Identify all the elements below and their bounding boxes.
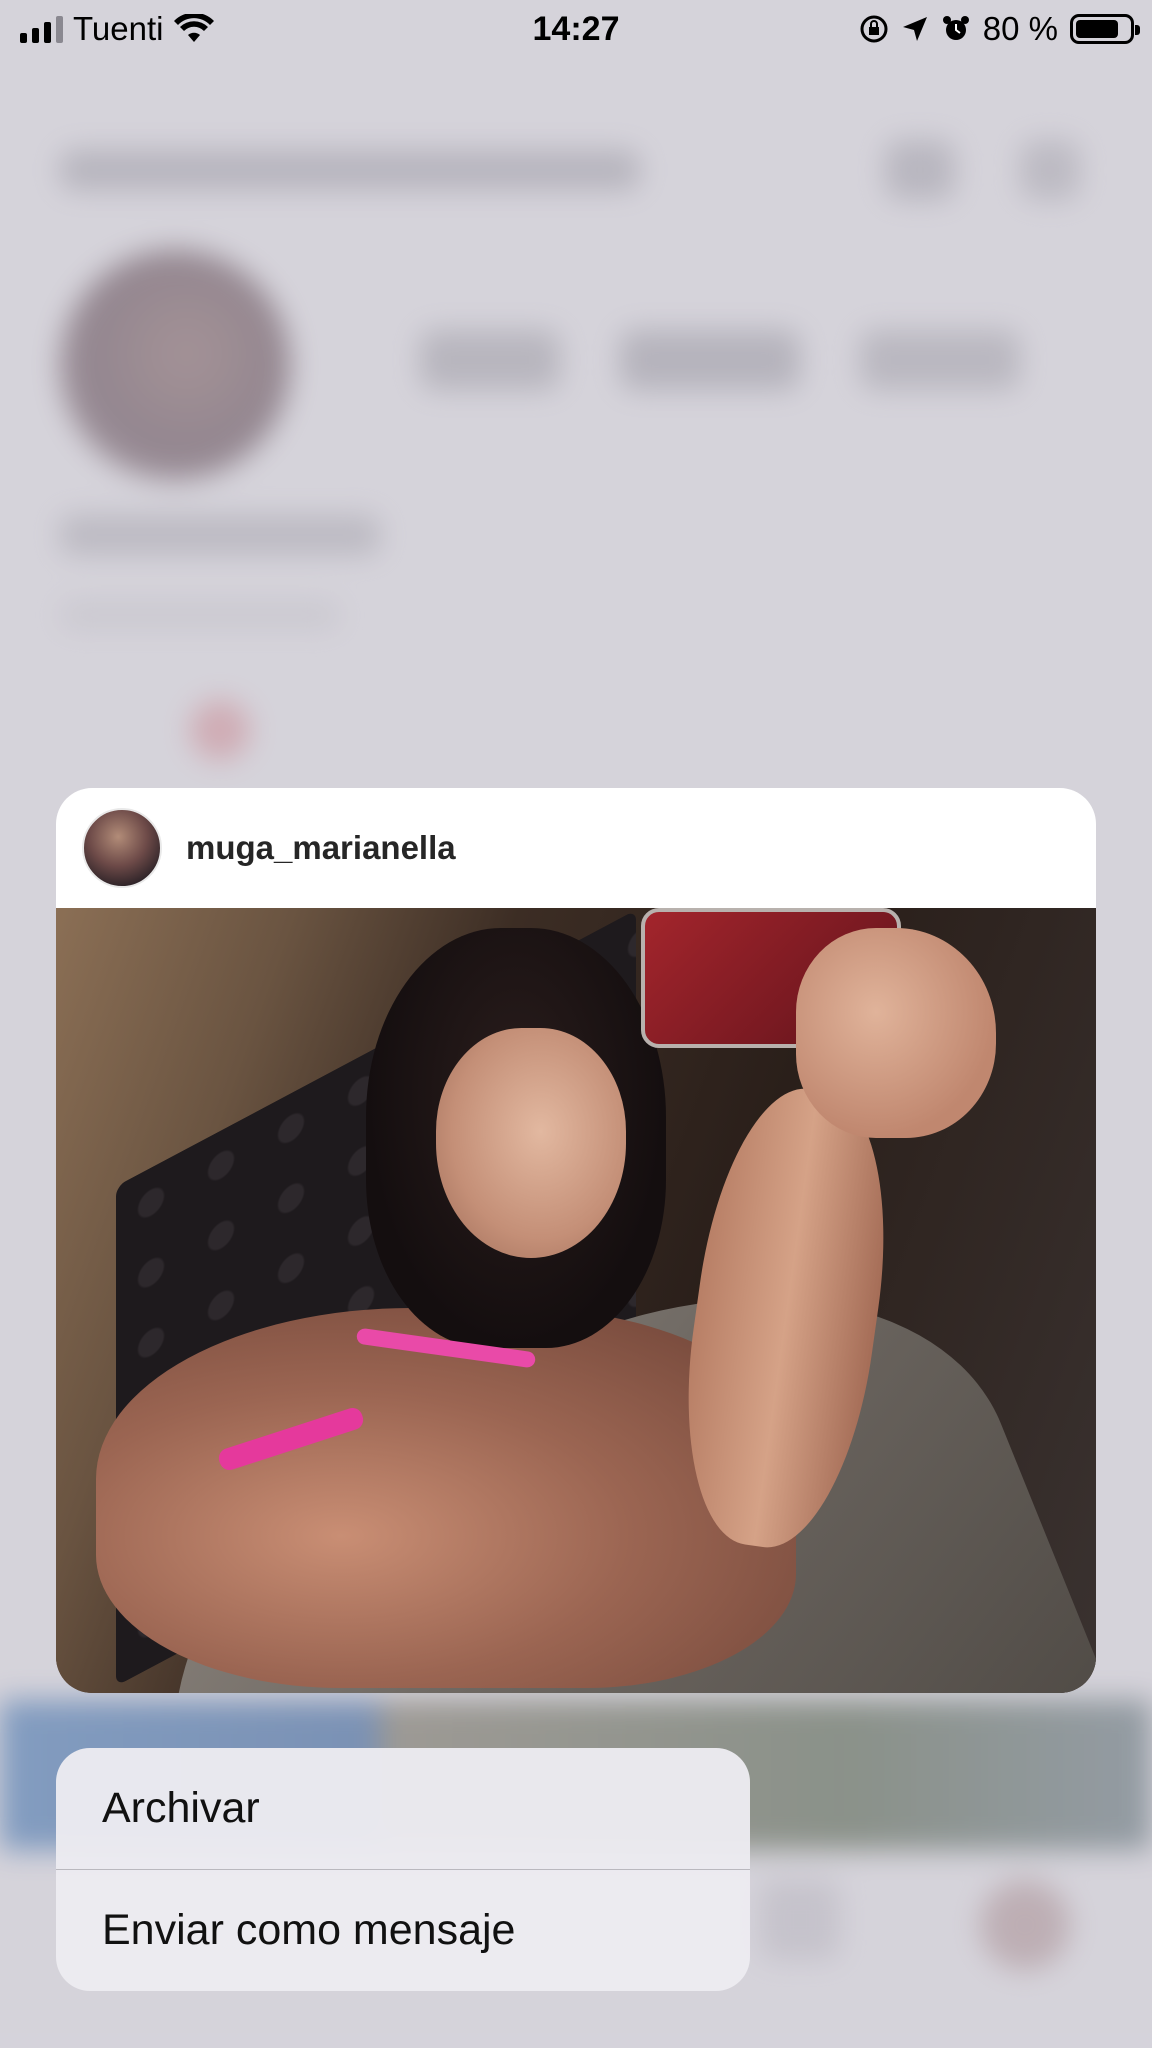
battery-percent: 80 % (982, 10, 1058, 47)
username[interactable]: muga_marianella (186, 829, 456, 867)
screen: Tuenti 14:27 80 % muga_marianella Archiv… (0, 0, 1152, 2048)
photo-face (436, 1028, 626, 1258)
context-menu: Archivar Enviar como mensaje (56, 1748, 750, 1991)
status-right: 80 % (859, 10, 1140, 48)
avatar[interactable] (82, 808, 162, 888)
post-photo[interactable] (56, 908, 1096, 1693)
post-header[interactable]: muga_marianella (56, 788, 1096, 908)
status-bar: Tuenti 14:27 80 % (0, 0, 1152, 58)
menu-item-archive[interactable]: Archivar (56, 1748, 750, 1869)
rotation-lock-icon (860, 15, 888, 43)
battery-icon (1070, 14, 1140, 44)
photo-hand (796, 928, 996, 1138)
menu-item-send-as-message[interactable]: Enviar como mensaje (56, 1870, 750, 1991)
battery-fill (1076, 20, 1118, 38)
post-preview-card[interactable]: muga_marianella (56, 788, 1096, 1693)
location-arrow-icon (902, 17, 927, 41)
alarm-icon (942, 16, 969, 40)
